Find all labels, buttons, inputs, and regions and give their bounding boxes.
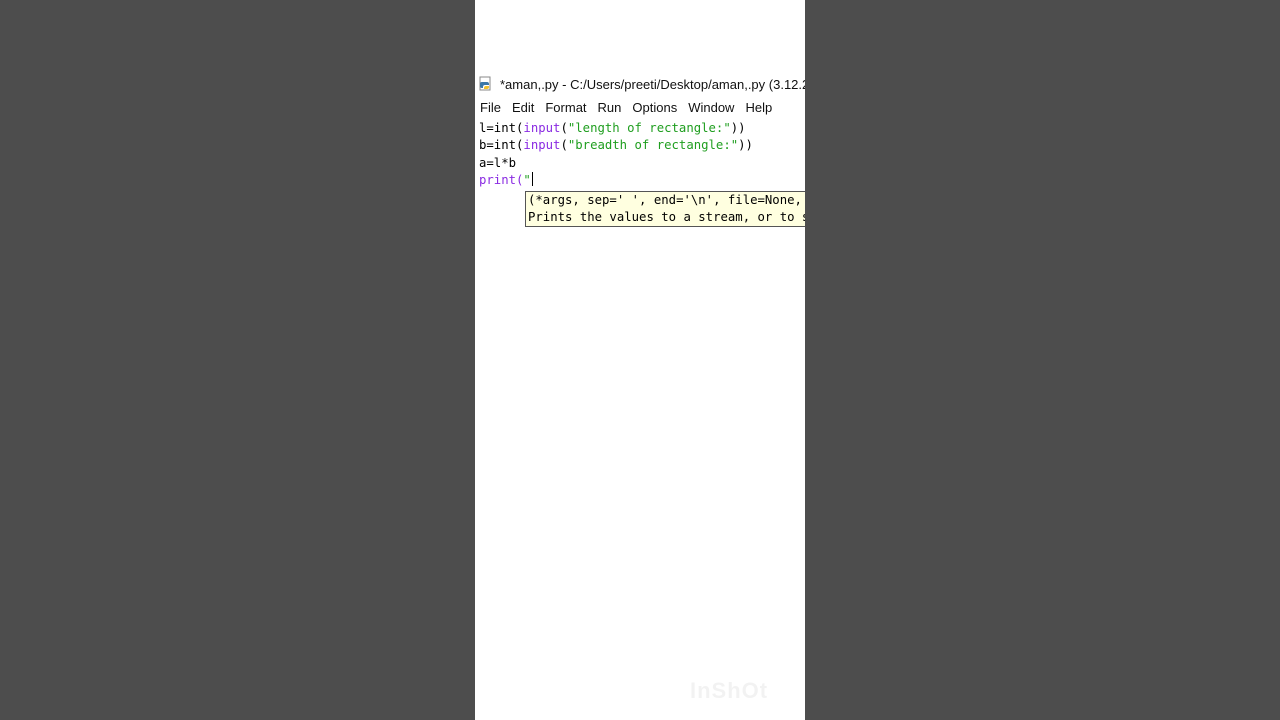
calltip-signature: (*args, sep=' ', end='\n', file=None, fl… [528, 193, 802, 207]
string-token: " [523, 173, 531, 187]
code-token: l=int( [479, 121, 524, 135]
window-titlebar[interactable]: *aman,.py - C:/Users/preeti/Desktop/aman… [475, 72, 805, 96]
menu-bar: File Edit Format Run Options Window Help [475, 97, 805, 117]
letterbox-left [0, 0, 475, 720]
string-token: "breadth of rectangle:" [567, 138, 739, 152]
menu-options[interactable]: Options [627, 100, 683, 115]
code-token: ( [560, 138, 568, 152]
menu-help[interactable]: Help [740, 100, 778, 115]
menu-edit[interactable]: Edit [507, 100, 540, 115]
menu-file[interactable]: File [475, 100, 507, 115]
code-line-4: print(" [479, 172, 533, 189]
calltip-description: Prints the values to a stream, or to sys… [528, 210, 805, 224]
menu-window[interactable]: Window [683, 100, 740, 115]
python-file-icon [479, 76, 491, 91]
code-token: )) [738, 138, 753, 152]
text-cursor [531, 172, 533, 186]
calltip-tooltip: (*args, sep=' ', end='\n', file=None, fl… [525, 191, 805, 227]
code-line-3: a=l*b [479, 156, 517, 170]
letterbox-right [805, 0, 1280, 720]
string-token: "length of rectangle:" [567, 121, 731, 135]
menu-run[interactable]: Run [593, 100, 628, 115]
code-line-1: l=int(input("length of rectangle:")) [479, 120, 746, 137]
menu-format[interactable]: Format [540, 100, 592, 115]
code-token: ( [560, 121, 568, 135]
code-token: b=int( [479, 138, 524, 152]
builtin-token: input [523, 138, 561, 152]
code-editor[interactable]: l=int(input("length of rectangle:")) b=i… [475, 119, 805, 720]
watermark-logo: InShOt [690, 678, 769, 703]
builtin-token: print( [479, 173, 524, 187]
code-token: )) [730, 121, 746, 135]
builtin-token: input [523, 121, 561, 135]
video-frame: *aman,.py - C:/Users/preeti/Desktop/aman… [475, 0, 805, 720]
code-line-2: b=int(input("breadth of rectangle:")) [479, 137, 753, 154]
window-title: *aman,.py - C:/Users/preeti/Desktop/aman… [500, 76, 805, 92]
